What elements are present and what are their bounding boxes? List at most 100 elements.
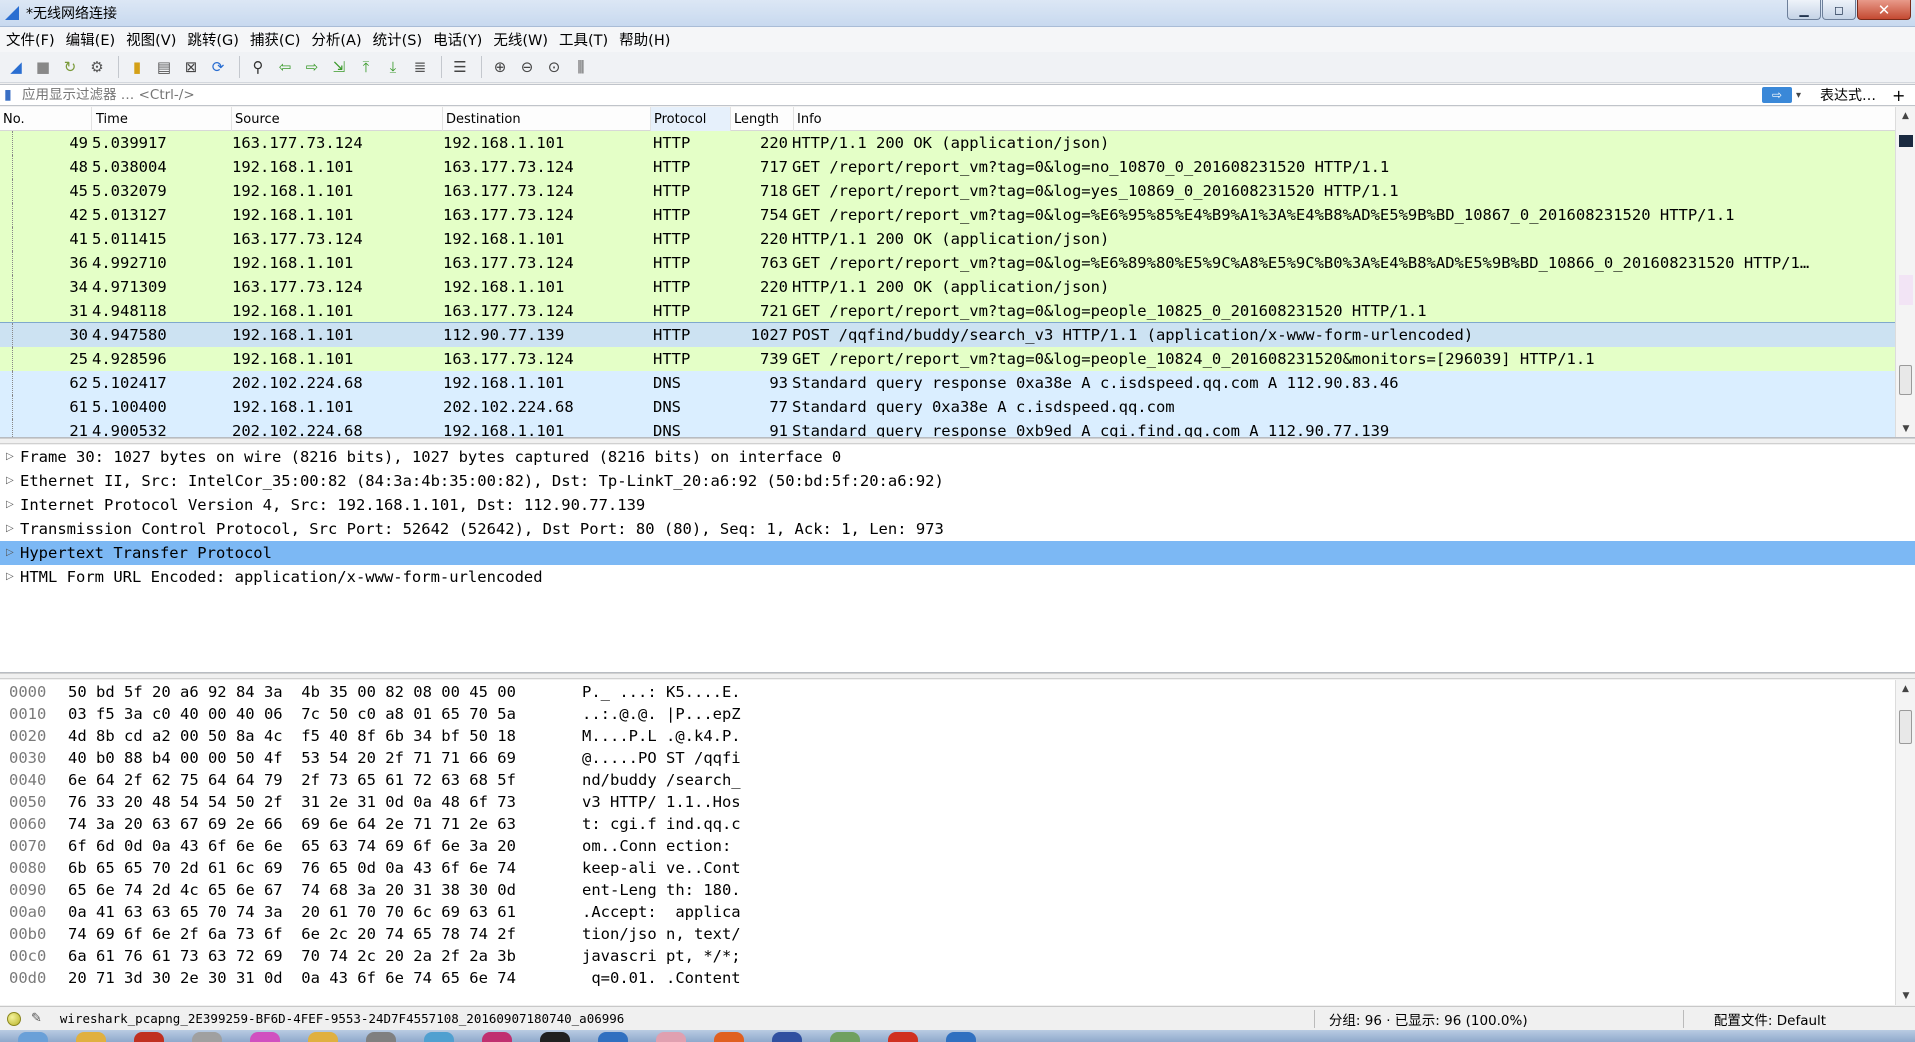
column-header-destination[interactable]: Destination — [443, 107, 651, 131]
hex-ascii[interactable]: nd/buddy /search_ — [582, 769, 741, 791]
taskbar-app-icon[interactable] — [366, 1032, 396, 1042]
restart-capture-icon[interactable]: ↻ — [58, 55, 82, 79]
minimize-button[interactable]: ▁ — [1787, 0, 1821, 20]
menu-item[interactable]: 电话(Y) — [431, 29, 491, 50]
hex-bytes[interactable]: 20 71 3d 30 2e 30 31 0d 0a 43 6f 6e 74 6… — [68, 967, 516, 989]
column-header-info[interactable]: Info — [794, 107, 1895, 131]
detail-tree-item[interactable]: ▷ Hypertext Transfer Protocol — [0, 541, 1915, 565]
column-header-source[interactable]: Source — [232, 107, 443, 131]
packet-list-scrollbar[interactable]: ▲ ▼ — [1895, 107, 1915, 437]
packet-row[interactable]: 25 4.928596 192.168.1.101 163.177.73.124 HTT… — [0, 347, 1895, 371]
hex-bytes[interactable]: 50 bd 5f 20 a6 92 84 3a 4b 35 00 82 08 0… — [68, 681, 516, 703]
hex-bytes[interactable]: 65 6e 74 2d 4c 65 6e 67 74 68 3a 20 31 3… — [68, 879, 516, 901]
scroll-up-arrow-icon[interactable]: ▲ — [1896, 680, 1915, 698]
pane-splitter[interactable] — [0, 673, 1915, 679]
taskbar-app-icon[interactable] — [308, 1032, 338, 1042]
close-file-icon[interactable]: ⊠ — [179, 55, 203, 79]
hex-bytes[interactable]: 6a 61 76 61 73 63 72 69 70 74 2c 20 2a 2… — [68, 945, 516, 967]
zoom-out-icon[interactable]: ⊖ — [515, 55, 539, 79]
go-first-icon[interactable]: ⤒ — [354, 55, 378, 79]
menu-item[interactable]: 统计(S) — [371, 29, 432, 50]
start-capture-icon[interactable]: ◢ — [4, 55, 28, 79]
hex-bytes[interactable]: 40 b0 88 b4 00 00 50 4f 53 54 20 2f 71 7… — [68, 747, 516, 769]
hex-ascii[interactable]: keep-ali ve..Cont — [582, 857, 741, 879]
detail-tree-item[interactable]: ▷ Frame 30: 1027 bytes on wire (8216 bits… — [0, 445, 1915, 469]
hex-bytes[interactable]: 74 69 6f 6e 2f 6a 73 6f 6e 2c 20 74 65 7… — [68, 923, 516, 945]
taskbar-app-icon[interactable] — [250, 1032, 280, 1042]
taskbar-app-icon[interactable] — [598, 1032, 628, 1042]
column-header-time[interactable]: Time — [92, 107, 232, 131]
menu-item[interactable]: 分析(A) — [309, 29, 370, 50]
menu-item[interactable]: 捕获(C) — [248, 29, 309, 50]
hex-ascii[interactable]: P._ ...: K5....E. — [582, 681, 741, 703]
column-header-protocol[interactable]: Protocol — [651, 107, 731, 131]
hex-bytes[interactable]: 03 f5 3a c0 40 00 40 06 7c 50 c0 a8 01 6… — [68, 703, 516, 725]
packet-row[interactable]: 45 5.032079 192.168.1.101 163.177.73.124 HTT… — [0, 179, 1895, 203]
taskbar-app-icon[interactable] — [714, 1032, 744, 1042]
hex-ascii[interactable]: javascri pt, */*; — [582, 945, 741, 967]
hex-ascii[interactable]: v3 HTTP/ 1.1..Hos — [582, 791, 741, 813]
go-forward-icon[interactable]: ⇨ — [300, 55, 324, 79]
hex-ascii[interactable]: om..Conn ection: — [582, 835, 741, 857]
close-button[interactable]: ✕ — [1857, 0, 1911, 20]
display-filter-input[interactable] — [22, 85, 1762, 105]
auto-scroll-icon[interactable]: ≣ — [408, 55, 432, 79]
taskbar-app-icon[interactable] — [76, 1032, 106, 1042]
expand-arrow-icon[interactable]: ▷ — [6, 541, 14, 565]
packet-row[interactable]: 49 5.039917 163.177.73.124 192.168.1.101 HTT… — [0, 131, 1895, 155]
menu-item[interactable]: 工具(T) — [557, 29, 617, 50]
expression-button[interactable]: 表达式… — [1820, 85, 1876, 105]
hex-bytes[interactable]: 6b 65 65 70 2d 61 6c 69 76 65 0d 0a 43 6… — [68, 857, 516, 879]
hex-bytes[interactable]: 6e 64 2f 62 75 64 64 79 2f 73 65 61 72 6… — [68, 769, 516, 791]
packet-row[interactable]: 48 5.038004 192.168.1.101 163.177.73.124 HTT… — [0, 155, 1895, 179]
hex-ascii[interactable]: ent-Leng th: 180. — [582, 879, 741, 901]
packet-row[interactable]: 41 5.011415 163.177.73.124 192.168.1.101 HTT… — [0, 227, 1895, 251]
taskbar-app-icon[interactable] — [540, 1032, 570, 1042]
resize-columns-icon[interactable]: ⫼ — [569, 55, 593, 79]
hex-ascii[interactable]: .Accept: applica — [582, 901, 741, 923]
packet-row[interactable]: 30 4.947580 192.168.1.101 112.90.77.139 HTTP… — [0, 322, 1896, 348]
scroll-thumb[interactable] — [1899, 365, 1912, 395]
menu-item[interactable]: 跳转(G) — [185, 29, 248, 50]
save-file-icon[interactable]: ▤ — [152, 55, 176, 79]
packet-row[interactable]: 36 4.992710 192.168.1.101 163.177.73.124 HTT… — [0, 251, 1895, 275]
menu-item[interactable]: 无线(W) — [491, 29, 557, 50]
go-to-packet-icon[interactable]: ⇲ — [327, 55, 351, 79]
scroll-down-arrow-icon[interactable]: ▼ — [1896, 987, 1915, 1005]
filter-history-dropdown[interactable]: ▾ — [1796, 90, 1808, 101]
bytes-scrollbar[interactable]: ▲ ▼ — [1895, 680, 1915, 1005]
taskbar-app-icon[interactable] — [888, 1032, 918, 1042]
menu-item[interactable]: 帮助(H) — [617, 29, 679, 50]
column-header-no[interactable]: No. — [0, 107, 92, 131]
detail-tree-item[interactable]: ▷ Transmission Control Protocol, Src Port… — [0, 517, 1915, 541]
taskbar-app-icon[interactable] — [192, 1032, 222, 1042]
add-filter-button[interactable]: + — [1892, 86, 1905, 105]
go-back-icon[interactable]: ⇦ — [273, 55, 297, 79]
zoom-normal-icon[interactable]: ⊙ — [542, 55, 566, 79]
taskbar-app-icon[interactable] — [946, 1032, 976, 1042]
hex-bytes[interactable]: 4d 8b cd a2 00 50 8a 4c f5 40 8f 6b 34 b… — [68, 725, 516, 747]
detail-tree-item[interactable]: ▷ HTML Form URL Encoded: application/x-ww… — [0, 565, 1915, 589]
hex-ascii[interactable]: ..:.@.@. |P...epZ — [582, 703, 741, 725]
taskbar-app-icon[interactable] — [424, 1032, 454, 1042]
go-last-icon[interactable]: ⤓ — [381, 55, 405, 79]
colorize-icon[interactable]: ☰ — [448, 55, 472, 79]
pane-splitter[interactable] — [0, 438, 1915, 444]
detail-tree-item[interactable]: ▷ Internet Protocol Version 4, Src: 192.1… — [0, 493, 1915, 517]
expand-arrow-icon[interactable]: ▷ — [6, 445, 14, 469]
taskbar-app-icon[interactable] — [830, 1032, 860, 1042]
apply-filter-button[interactable]: ⇨ — [1762, 87, 1792, 103]
stop-capture-icon[interactable]: ■ — [31, 55, 55, 79]
scroll-thumb[interactable] — [1899, 710, 1912, 744]
hex-bytes[interactable]: 6f 6d 0d 0a 43 6f 6e 6e 65 63 74 69 6f 6… — [68, 835, 516, 857]
packet-row[interactable]: 42 5.013127 192.168.1.101 163.177.73.124 HTT… — [0, 203, 1895, 227]
taskbar-app-icon[interactable] — [134, 1032, 164, 1042]
menu-item[interactable]: 编辑(E) — [64, 29, 124, 50]
reload-file-icon[interactable]: ⟳ — [206, 55, 230, 79]
capture-comment-icon[interactable]: ✎ — [31, 1011, 42, 1026]
scroll-up-arrow-icon[interactable]: ▲ — [1896, 107, 1915, 125]
open-file-icon[interactable]: ▮ — [125, 55, 149, 79]
maximize-button[interactable]: ◻ — [1822, 0, 1856, 20]
zoom-in-icon[interactable]: ⊕ — [488, 55, 512, 79]
hex-ascii[interactable]: @.....PO ST /qqfi — [582, 747, 741, 769]
